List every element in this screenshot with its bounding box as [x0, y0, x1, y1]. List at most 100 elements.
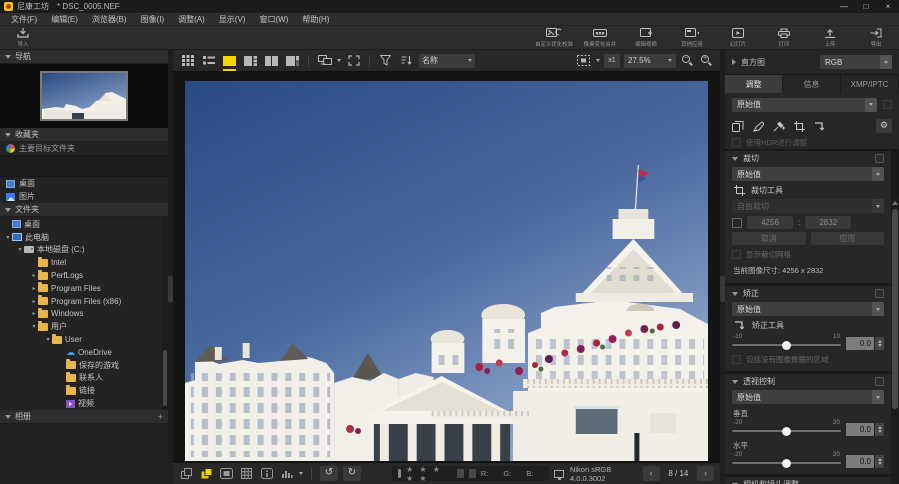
crop-preset-dropdown[interactable]: 原始值 — [732, 167, 884, 181]
scrollbar-thumb[interactable] — [892, 209, 898, 409]
tree-item-local-disk-c[interactable]: ▾ 本地磁盘 (C:) — [0, 244, 168, 257]
crop-tool-button[interactable] — [794, 120, 805, 132]
image-with-thumbnails-view-button[interactable] — [242, 53, 259, 68]
camera-lens-group-header[interactable]: 相机和镜头调整 — [725, 477, 891, 484]
hdr-checkbox[interactable] — [732, 138, 741, 147]
crop-tool-row[interactable]: 裁切工具 — [725, 183, 891, 198]
menu-help[interactable]: 帮助(H) — [295, 13, 336, 26]
print-button[interactable]: 打印 — [761, 26, 807, 49]
previous-image-button[interactable]: ‹ — [642, 466, 660, 481]
straighten-slider[interactable] — [732, 340, 841, 350]
tree-item-videos[interactable]: 视频 — [0, 397, 168, 410]
fullscreen-button[interactable] — [345, 53, 362, 68]
slideshow-button[interactable]: 幻灯片 — [715, 26, 761, 49]
rotate-left-button[interactable]: ↺ — [320, 466, 338, 481]
slider-thumb[interactable] — [782, 340, 791, 350]
label-pin-icon[interactable] — [398, 469, 401, 478]
tree-item-intel[interactable]: Intel — [0, 256, 168, 269]
fit-to-screen-button[interactable] — [575, 53, 592, 68]
gear-icon[interactable]: ⚙ — [876, 119, 892, 133]
export-button[interactable]: 导出 — [853, 26, 899, 49]
photo-canvas[interactable] — [173, 72, 720, 462]
menu-edit[interactable]: 编辑(E) — [44, 13, 85, 26]
color-label-icon[interactable] — [469, 469, 476, 478]
collapse-arrow-icon[interactable] — [732, 379, 738, 384]
straighten-tool-button[interactable] — [814, 121, 826, 132]
horizontal-slider[interactable] — [732, 458, 841, 468]
tree-item-contacts[interactable]: 联系人 — [0, 371, 168, 385]
zoom-level-dropdown[interactable]: 27.5% — [624, 53, 676, 68]
import-button[interactable]: 导入 — [0, 26, 46, 49]
favorites-header[interactable]: 收藏夹 — [0, 128, 168, 142]
menu-view[interactable]: 显示(V) — [212, 13, 253, 26]
panel-scrollbar[interactable] — [891, 198, 899, 484]
tree-item-this-pc[interactable]: ▾ 此电脑 — [0, 231, 168, 244]
perspective-enable-checkbox[interactable] — [875, 377, 884, 386]
edit-video-button[interactable]: 编辑视频 — [623, 26, 669, 49]
upload-button[interactable]: 上传 — [807, 26, 853, 49]
copy-adjustments-icon[interactable] — [179, 467, 194, 480]
chevron-down-icon[interactable] — [596, 59, 600, 62]
include-no-data-checkbox[interactable] — [732, 355, 741, 364]
maximize-button[interactable]: □ — [855, 0, 877, 13]
menu-image[interactable]: 图像(I) — [134, 13, 172, 26]
navigation-header[interactable]: 导航 — [0, 50, 168, 64]
tab-adjustments[interactable]: 调整 — [725, 75, 783, 93]
slider-thumb[interactable] — [782, 458, 791, 468]
straighten-enable-checkbox[interactable] — [875, 289, 884, 298]
tree-item-links[interactable]: 链接 — [0, 384, 168, 397]
crop-width-input[interactable]: 4256 — [747, 216, 793, 229]
add-album-button[interactable]: + — [158, 412, 163, 422]
next-image-button[interactable]: › — [697, 466, 714, 481]
tree-item-onedrive[interactable]: ☁ OneDrive — [0, 346, 168, 359]
preset-checkbox[interactable] — [883, 100, 892, 109]
protect-badge-icon[interactable] — [457, 469, 465, 478]
slider-thumb[interactable] — [782, 426, 791, 436]
tree-item-program-files-x86[interactable]: ▸ Program Files (x86) — [0, 295, 168, 308]
histogram-channel-dropdown[interactable]: RGB — [820, 55, 892, 69]
favorite-pictures[interactable]: 图片 — [0, 190, 168, 203]
horizontal-value-input[interactable]: 0.0 — [846, 455, 874, 468]
navigation-preview[interactable] — [0, 64, 168, 128]
chevron-down-icon[interactable] — [299, 472, 303, 475]
thumbnail-grid-view-button[interactable] — [179, 53, 196, 68]
color-picker-button[interactable] — [773, 121, 785, 132]
info-overlay-icon[interactable] — [259, 467, 274, 480]
favorite-primary-folder[interactable]: 主要目标文件夹 — [0, 142, 168, 155]
stacked-images-icon[interactable] — [199, 467, 214, 480]
crop-cancel-button[interactable]: 取消 — [732, 232, 806, 245]
vertical-value-input[interactable]: 0.0 — [846, 423, 874, 436]
tree-item-user[interactable]: ▾ User — [0, 333, 168, 346]
retouch-brush-button[interactable] — [753, 120, 764, 132]
menu-adjust[interactable]: 调整(A) — [171, 13, 212, 26]
horizontal-stepper[interactable] — [875, 455, 884, 468]
list-view-button[interactable] — [200, 53, 217, 68]
favorite-desktop[interactable]: 桌面 — [0, 177, 168, 190]
sort-dropdown[interactable]: 名称 — [419, 53, 475, 68]
tree-item-windows[interactable]: ▸ Windows — [0, 307, 168, 321]
menu-file[interactable]: 文件(F) — [4, 13, 44, 26]
crop-height-input[interactable]: 2832 — [805, 216, 852, 229]
straighten-tool-row[interactable]: 矫正工具 — [725, 318, 891, 333]
folders-header[interactable]: 文件夹 — [0, 203, 168, 217]
close-button[interactable]: × — [877, 0, 899, 13]
sort-order-icon[interactable] — [398, 53, 415, 68]
chevron-down-icon[interactable] — [337, 59, 341, 62]
tree-item-perflogs[interactable]: ▸ PerfLogs — [0, 269, 168, 282]
rotate-right-button[interactable]: ↻ — [343, 466, 361, 481]
zoom-out-button[interactable]: − — [680, 54, 695, 68]
other-apps-button[interactable]: 其他应用 — [669, 26, 715, 49]
compare-monitors-button[interactable] — [316, 53, 333, 68]
copy-adjustments-button[interactable] — [732, 120, 744, 132]
tree-item-program-files[interactable]: ▸ Program Files — [0, 282, 168, 295]
tab-info[interactable]: 信息 — [783, 75, 841, 93]
perspective-preset-dropdown[interactable]: 原始值 — [732, 390, 884, 404]
image-with-filmstrip-view-button[interactable] — [284, 53, 301, 68]
label-frame-icon[interactable] — [219, 467, 234, 480]
two-up-view-button[interactable] — [263, 53, 280, 68]
straighten-value-input[interactable]: 0.0 — [846, 337, 874, 350]
minimize-button[interactable]: — — [833, 0, 855, 13]
collapse-arrow-icon[interactable] — [732, 291, 738, 296]
histogram-header[interactable]: 直方图 RGB — [725, 50, 899, 75]
star-rating[interactable]: ★ ★ ★ ★ ★ — [406, 465, 453, 483]
